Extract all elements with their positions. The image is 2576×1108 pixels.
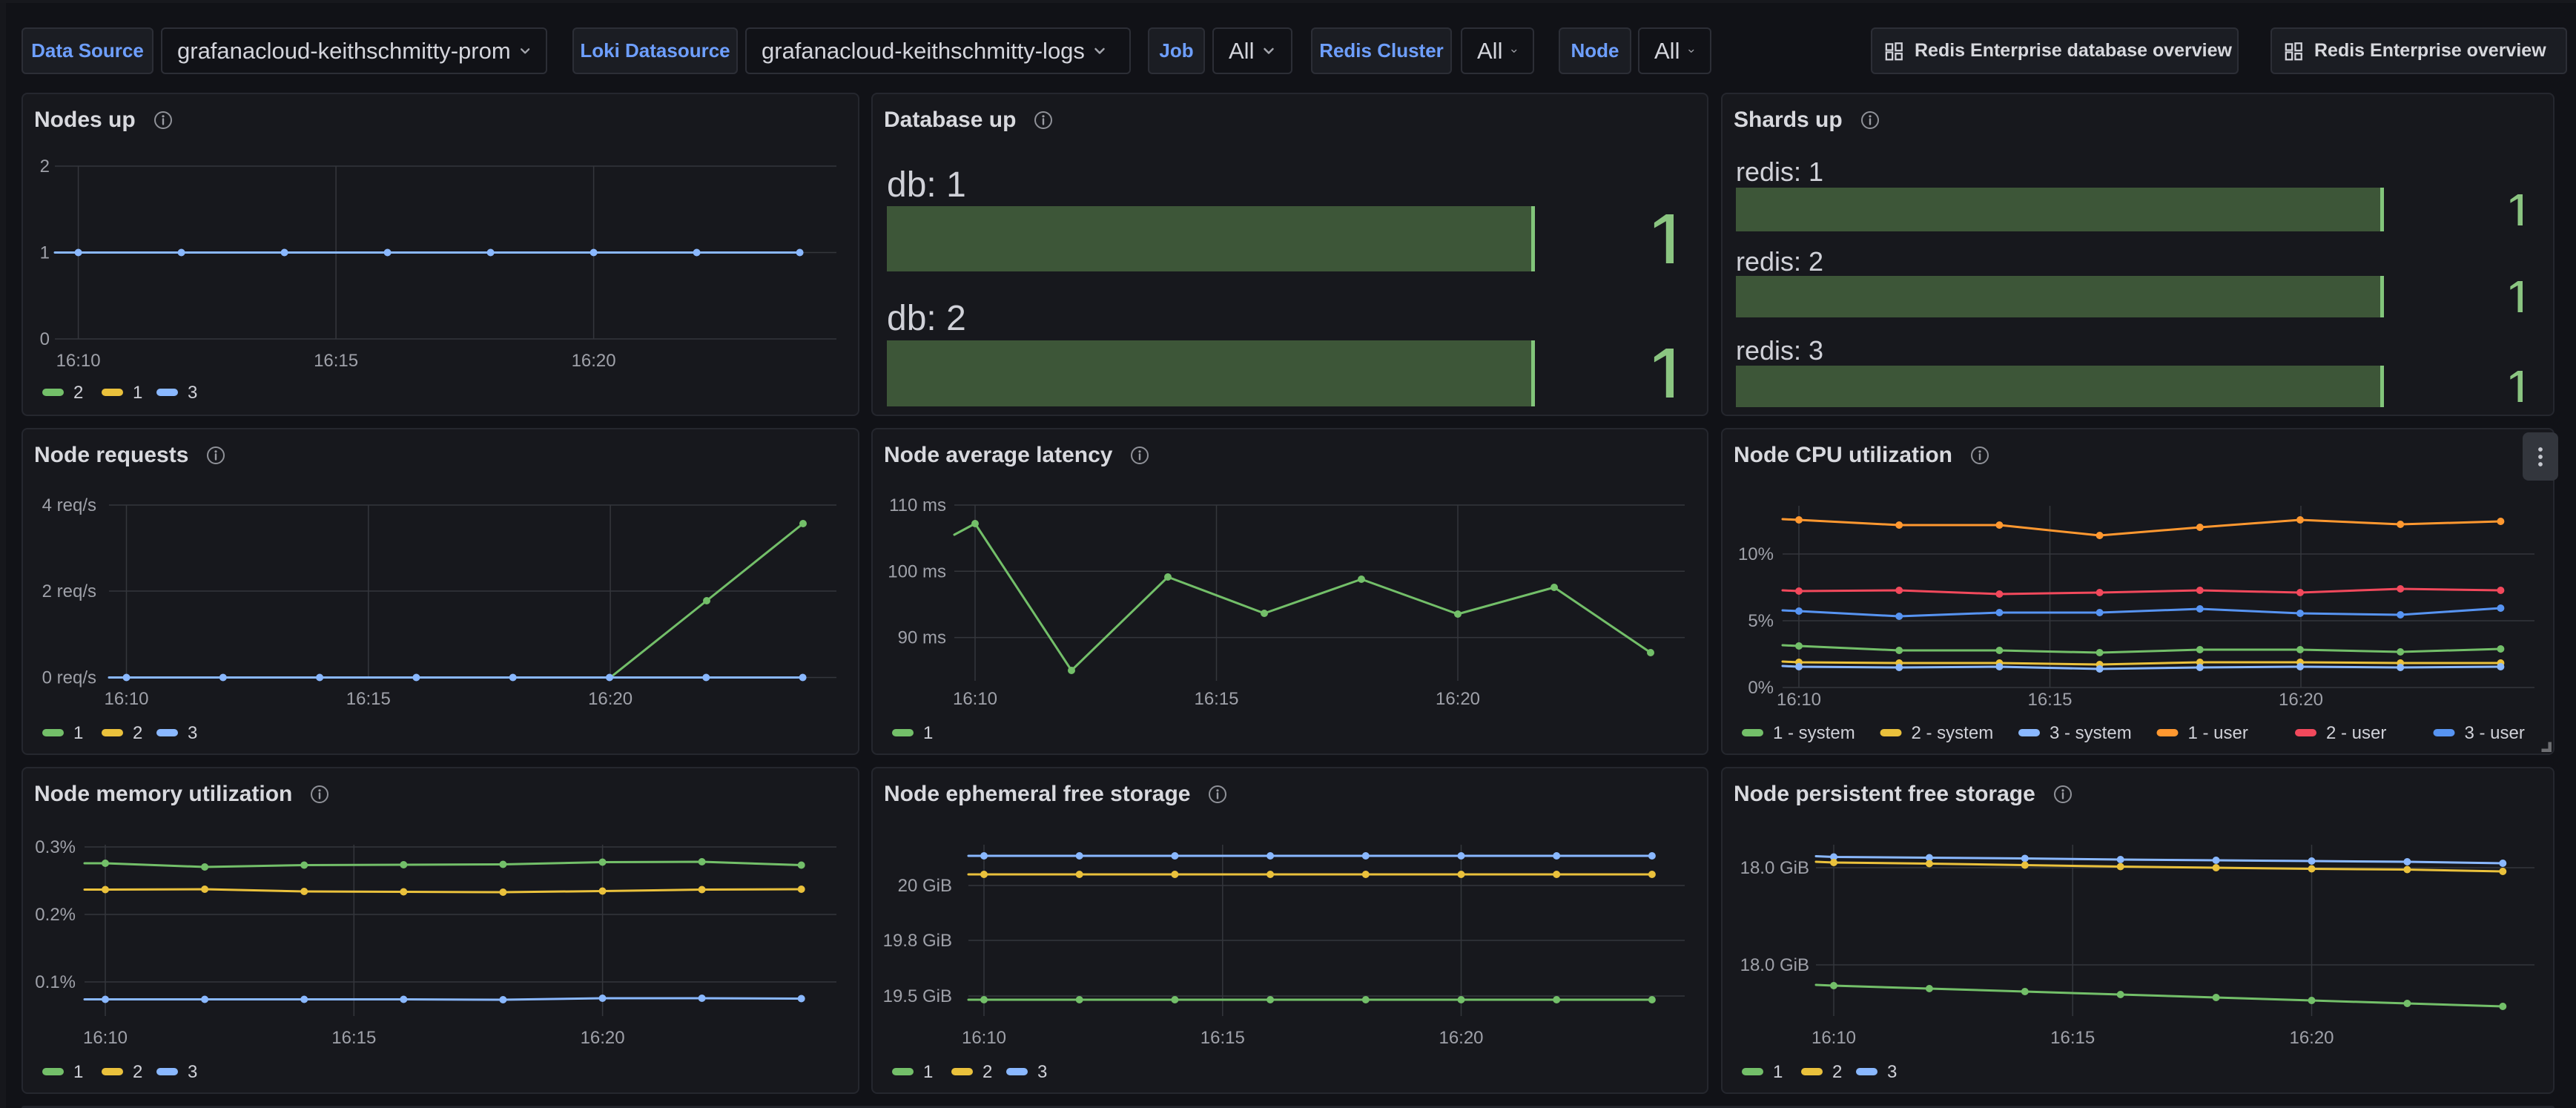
svg-text:1: 1 — [1773, 1062, 1783, 1082]
svg-text:4 req/s: 4 req/s — [42, 495, 96, 515]
svg-text:16:15: 16:15 — [314, 351, 358, 371]
svg-text:1: 1 — [923, 1062, 933, 1082]
svg-text:1: 1 — [923, 723, 933, 743]
svg-text:16:20: 16:20 — [588, 689, 633, 709]
svg-text:redis: 1: redis: 1 — [1736, 156, 1823, 187]
svg-text:2: 2 — [40, 156, 50, 177]
svg-text:0.2%: 0.2% — [35, 905, 76, 925]
svg-text:1 - user: 1 - user — [2188, 723, 2248, 743]
svg-text:19.8 GiB: 19.8 GiB — [883, 931, 952, 951]
svg-text:2 req/s: 2 req/s — [42, 581, 96, 601]
svg-text:16:20: 16:20 — [2279, 690, 2323, 710]
svg-text:3: 3 — [1037, 1062, 1047, 1082]
svg-text:db: 1: db: 1 — [887, 165, 966, 205]
svg-text:16:20: 16:20 — [2289, 1028, 2334, 1048]
svg-text:0%: 0% — [1748, 678, 1774, 698]
svg-text:16:10: 16:10 — [104, 689, 148, 709]
svg-text:2: 2 — [982, 1062, 992, 1082]
svg-text:20 GiB: 20 GiB — [898, 876, 952, 896]
svg-text:16:20: 16:20 — [572, 351, 616, 371]
svg-text:3: 3 — [188, 723, 197, 743]
svg-text:10%: 10% — [1738, 544, 1774, 564]
svg-text:redis: 3: redis: 3 — [1736, 335, 1823, 366]
svg-text:0.3%: 0.3% — [35, 837, 76, 857]
svg-text:90 ms: 90 ms — [898, 628, 946, 648]
svg-text:1 - system: 1 - system — [1773, 723, 1855, 743]
svg-text:3: 3 — [188, 1062, 197, 1082]
svg-text:16:10: 16:10 — [1812, 1028, 1856, 1048]
svg-text:0: 0 — [40, 329, 50, 349]
svg-text:100 ms: 100 ms — [888, 561, 946, 581]
svg-text:16:15: 16:15 — [346, 689, 391, 709]
svg-text:16:20: 16:20 — [581, 1028, 625, 1048]
svg-text:19.5 GiB: 19.5 GiB — [883, 986, 952, 1006]
svg-text:16:15: 16:15 — [1201, 1028, 1245, 1048]
svg-text:18.0 GiB: 18.0 GiB — [1740, 858, 1809, 878]
svg-text:16:20: 16:20 — [1439, 1028, 1483, 1048]
svg-text:redis: 2: redis: 2 — [1736, 246, 1823, 277]
svg-text:3 - system: 3 - system — [2050, 723, 2132, 743]
svg-text:16:15: 16:15 — [1194, 689, 1238, 709]
svg-text:3 - user: 3 - user — [2465, 723, 2525, 743]
svg-text:db: 2: db: 2 — [887, 299, 966, 338]
svg-text:2: 2 — [1832, 1062, 1842, 1082]
svg-text:3: 3 — [1887, 1062, 1897, 1082]
svg-text:2: 2 — [133, 1062, 142, 1082]
svg-text:110 ms: 110 ms — [889, 495, 946, 515]
svg-text:16:10: 16:10 — [953, 689, 997, 709]
svg-text:2 - user: 2 - user — [2326, 723, 2386, 743]
svg-text:2 - system: 2 - system — [1912, 723, 1994, 743]
svg-text:1: 1 — [133, 383, 142, 403]
svg-text:5%: 5% — [1748, 611, 1774, 631]
svg-text:16:15: 16:15 — [331, 1028, 376, 1048]
svg-text:2: 2 — [133, 723, 142, 743]
svg-text:1: 1 — [73, 723, 83, 743]
svg-text:18.0 GiB: 18.0 GiB — [1740, 955, 1809, 975]
svg-text:16:15: 16:15 — [2027, 690, 2072, 710]
svg-text:16:15: 16:15 — [2050, 1028, 2095, 1048]
svg-text:16:10: 16:10 — [1777, 690, 1821, 710]
svg-text:1: 1 — [73, 1062, 83, 1082]
svg-text:1: 1 — [40, 243, 50, 263]
svg-text:0.1%: 0.1% — [35, 972, 76, 992]
svg-text:16:10: 16:10 — [962, 1028, 1006, 1048]
svg-text:16:20: 16:20 — [1436, 689, 1480, 709]
svg-text:16:10: 16:10 — [83, 1028, 128, 1048]
svg-text:16:10: 16:10 — [56, 351, 101, 371]
svg-text:3: 3 — [188, 383, 197, 403]
svg-text:2: 2 — [73, 383, 83, 403]
svg-text:0 req/s: 0 req/s — [42, 668, 96, 688]
